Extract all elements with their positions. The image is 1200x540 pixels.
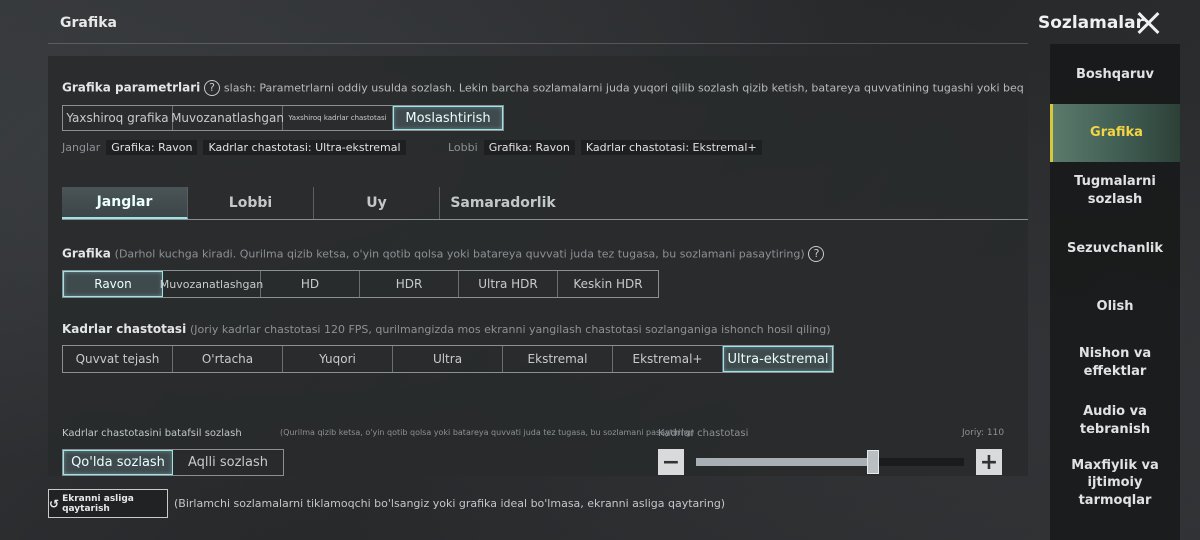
- lobby-summary-label: Lobbi: [448, 141, 478, 154]
- quality-option-sharp-hdr[interactable]: Keskin HDR: [558, 271, 658, 297]
- lobby-graphics-tag: Grafika: Ravon: [483, 140, 575, 155]
- mode-option-smart[interactable]: Aqlli sozlash: [173, 450, 283, 475]
- fps-option-extreme-plus[interactable]: Ekstremal+: [613, 346, 723, 372]
- quality-option-hd[interactable]: HD: [261, 271, 360, 297]
- preset-option-custom[interactable]: Moslashtirish: [393, 106, 503, 130]
- graphics-quality-label: Grafika: [62, 246, 111, 261]
- graphics-quality-header: Grafika (Darhol kuchga kiradi. Qurilma q…: [62, 246, 825, 262]
- close-icon[interactable]: [1134, 9, 1162, 37]
- undo-icon: ↺: [49, 496, 60, 511]
- preset-option-better-graphics[interactable]: Yaxshiroq grafika: [63, 106, 173, 130]
- graphics-quality-note: (Darhol kuchga kiradi. Qurilma qizib ket…: [114, 247, 805, 261]
- fps-slider-handle[interactable]: [866, 450, 879, 474]
- detailed-fps-note: (Qurilma qizib ketsa, o'yin qotib qolsa …: [280, 428, 694, 437]
- fps-option-extreme[interactable]: Ekstremal: [503, 346, 613, 372]
- detailed-fps-label: Kadrlar chastotasini batafsil sozlash: [62, 428, 242, 439]
- graphics-quality-selector: Ravon Muvozanatlashgan HD HDR Ultra HDR …: [62, 270, 659, 298]
- tab-lobby[interactable]: Lobbi: [188, 187, 314, 219]
- help-icon[interactable]: ?: [808, 246, 825, 262]
- tab-performance[interactable]: Samaradorlik: [440, 187, 566, 219]
- sidebar-item-privacy[interactable]: Maxfiylik va ijtimoiy tarmoqlar: [1050, 454, 1180, 512]
- slider-label: Kadrlar chastotasi: [658, 428, 749, 439]
- preset-option-better-fps[interactable]: Yaxshiroq kadrlar chastotasi: [283, 106, 393, 130]
- frame-rate-selector: Quvvat tejash O'rtacha Yuqori Ultra Ekst…: [62, 345, 834, 373]
- fps-option-medium[interactable]: O'rtacha: [173, 346, 283, 372]
- settings-sidebar: Boshqaruv Grafika Tugmalarni sozlash Sez…: [1050, 44, 1180, 540]
- fps-option-ultra[interactable]: Ultra: [393, 346, 503, 372]
- tab-home[interactable]: Uy: [314, 187, 440, 219]
- settings-title: Sozlamalar: [1038, 13, 1144, 33]
- tab-battles[interactable]: Janglar: [62, 187, 188, 219]
- frame-rate-label: Kadrlar chastotasi: [62, 322, 187, 336]
- sidebar-item-buttons[interactable]: Tugmalarni sozlash: [1050, 162, 1180, 220]
- reset-button-label: Ekranni asliga qaytarish: [62, 493, 134, 514]
- header-divider: [48, 43, 1028, 44]
- current-fps-value: Joriy: 110: [962, 428, 1005, 438]
- quality-option-balanced[interactable]: Muvozanatlashgan: [160, 271, 263, 297]
- reset-screen-button[interactable]: ↺ Ekranni asliga qaytarish: [48, 489, 168, 518]
- graphics-preset-selector: Yaxshiroq grafika Muvozanatlashgan Yaxsh…: [62, 105, 504, 131]
- graphics-params-label: Grafika parametrlari: [62, 80, 201, 95]
- quality-option-ultra-hdr[interactable]: Ultra HDR: [459, 271, 558, 297]
- plus-button[interactable]: +: [976, 449, 1002, 475]
- battle-summary: Janglar Grafika: Ravon Kadrlar chastotas…: [62, 140, 406, 155]
- fps-mode-selector: Qo'lda sozlash Aqlli sozlash: [62, 449, 284, 476]
- minus-button[interactable]: −: [658, 449, 684, 475]
- preset-option-balanced[interactable]: Muvozanatlashgan: [171, 106, 284, 130]
- battle-graphics-tag: Grafika: Ravon: [106, 140, 198, 155]
- lobby-fps-tag: Kadrlar chastotasi: Ekstremal+: [580, 140, 762, 155]
- sidebar-item-controls[interactable]: Boshqaruv: [1050, 46, 1180, 104]
- fps-option-high[interactable]: Yuqori: [283, 346, 393, 372]
- frame-rate-header: Kadrlar chastotasi (Joriy kadrlar chasto…: [62, 322, 831, 336]
- fps-option-power-saving[interactable]: Quvvat tejash: [63, 346, 173, 372]
- graphics-params-header: Grafika parametrlari ? slash: Parametrla…: [62, 80, 1024, 96]
- battle-fps-tag: Kadrlar chastotasi: Ultra-ekstremal: [203, 140, 406, 155]
- fps-slider[interactable]: [696, 450, 964, 474]
- sidebar-item-graphics[interactable]: Grafika: [1050, 104, 1180, 162]
- battle-summary-label: Janglar: [62, 141, 101, 154]
- sidebar-item-pickup[interactable]: Olish: [1050, 278, 1180, 336]
- page-title: Grafika: [60, 15, 117, 31]
- mode-tabs: Janglar Lobbi Uy Samaradorlik: [62, 186, 1028, 220]
- frame-rate-note: (Joriy kadrlar chastotasi 120 FPS, quril…: [190, 323, 831, 336]
- quality-option-hdr[interactable]: HDR: [360, 271, 459, 297]
- fps-slider-fill: [696, 458, 873, 466]
- graphics-params-description: slash: Parametrlarni oddiy usulda sozlas…: [223, 81, 1024, 95]
- sidebar-item-sensitivity[interactable]: Sezuvchanlik: [1050, 220, 1180, 278]
- sidebar-item-effects[interactable]: Nishon va effektlar: [1050, 334, 1180, 392]
- quality-option-smooth[interactable]: Ravon: [63, 271, 163, 297]
- mode-option-manual[interactable]: Qo'lda sozlash: [63, 450, 173, 475]
- help-icon[interactable]: ?: [204, 80, 221, 96]
- reset-hint: (Birlamchi sozlamalarni tiklamoqchi bo'l…: [174, 497, 726, 510]
- lobby-summary: Lobbi Grafika: Ravon Kadrlar chastotasi:…: [448, 140, 762, 155]
- fps-option-ultra-extreme[interactable]: Ultra-ekstremal: [723, 346, 833, 372]
- sidebar-item-audio[interactable]: Audio va tebranish: [1050, 392, 1180, 450]
